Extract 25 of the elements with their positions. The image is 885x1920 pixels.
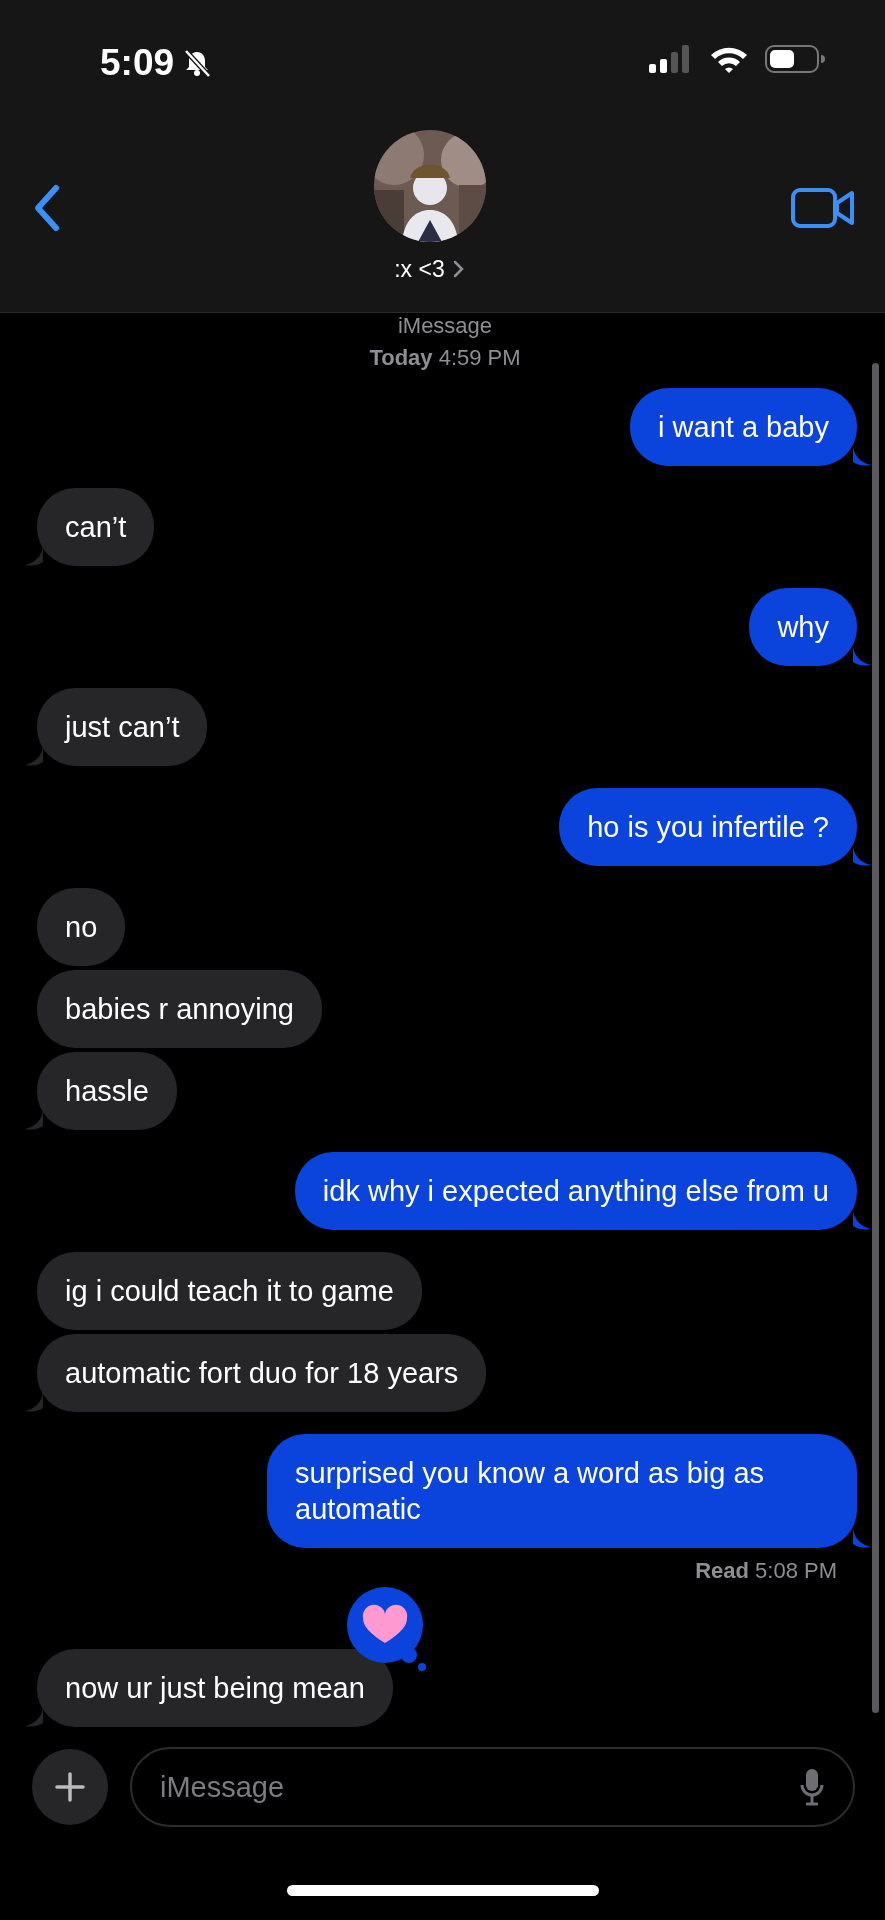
received-message: ig i could teach it to game	[37, 1252, 422, 1330]
read-receipt: Read 5:08 PM	[694, 1557, 837, 1585]
received-message: now ur just being mean	[37, 1649, 393, 1727]
battery-icon	[765, 44, 825, 74]
sent-message: ho is you infertile ?	[559, 788, 857, 866]
contact-name[interactable]: :x <3	[394, 252, 445, 287]
message-field[interactable]: iMessage	[130, 1747, 855, 1827]
service-label: iMessage	[396, 315, 494, 337]
timestamp: Today 4:59 PM	[368, 344, 522, 372]
sent-message: i want a baby	[630, 388, 857, 466]
microphone-icon[interactable]	[799, 1767, 825, 1807]
scrollbar[interactable]	[872, 363, 879, 1713]
received-message: automatic fort duo for 18 years	[37, 1334, 487, 1412]
video-call-button[interactable]	[791, 187, 855, 230]
chevron-icon	[452, 259, 465, 280]
sent-message: idk why i expected anything else from u	[294, 1152, 857, 1230]
sent-message: surprised you know a word as big as automatic	[267, 1434, 857, 1548]
sent-message: why	[749, 588, 857, 666]
received-message: just can’t	[37, 688, 208, 766]
received-message: hassle	[37, 1052, 177, 1130]
received-message: no	[37, 888, 126, 966]
received-message: babies r annoying	[37, 970, 322, 1048]
plus-icon	[55, 1772, 85, 1802]
clock-time: 5:09	[100, 44, 175, 81]
received-message: can’t	[37, 488, 155, 566]
